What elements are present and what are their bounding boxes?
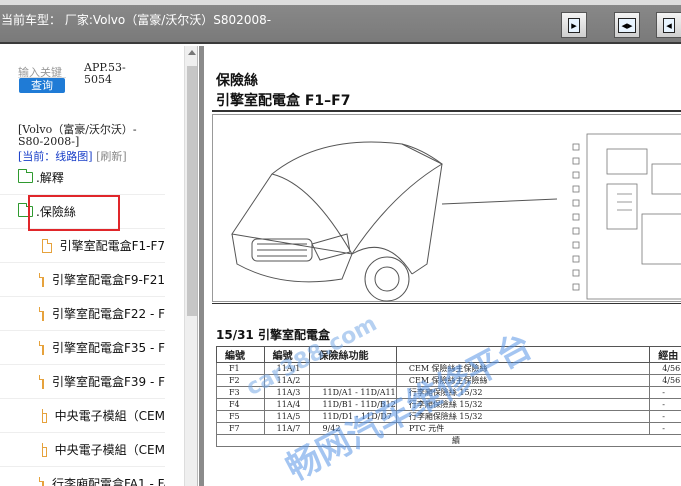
table-cell: 4/56 [649,374,681,387]
table-cell [309,374,397,387]
search-input[interactable]: 输入关键 [18,64,66,78]
tree-label: 中央電子模組（CEM [54,409,165,423]
file-icon [41,408,47,423]
query-button[interactable]: 查询 [19,78,65,93]
table-cell: F4 [216,398,265,411]
engine-bay-diagram [231,133,681,302]
section-rule [212,303,681,304]
table-cell: PTC 元件 [395,422,651,435]
file-icon [39,272,44,287]
next-arrow-icon: ▸ [568,17,580,33]
top-strip [0,0,681,5]
tree-item[interactable]: 引擎室配電盒F22 - F3 [0,297,165,331]
tree-label: .解釋 [36,171,64,185]
tree-label: 引擎室配電盒F1-F7 [59,239,165,253]
selection-highlight [28,195,120,231]
app-version: APP.53-5054 [84,61,126,86]
tree-item[interactable]: 引擎室配電盒F9-F21 [0,263,165,297]
file-icon [39,374,44,389]
doc-subtitle: 引擎室配電盒 F1–F7 [216,93,351,109]
table-cell: F7 [216,422,265,435]
tree-label: 行李廂配電盒FA1 - FA [52,477,165,486]
tree-item[interactable]: 引擎室配電盒F35 - F3 [0,331,165,365]
tree-item[interactable]: 引擎室配電盒F39 - F4 [0,365,165,399]
folder-icon [17,169,33,183]
tree-label: 引擎室配電盒F22 - F3 [52,307,165,321]
table-cell: - [649,398,681,411]
tree-label: 中央電子模組（CEM [54,443,165,457]
left-panel: 输入关键 查询 APP.53-5054 [Volvo（富豪/沃尔沃）-S80-2… [0,46,198,486]
document-view: 保險絲 引擎室配電盒 F1–F7 15/31 引擎室配電盒 編號 編號 保險絲功… [199,46,681,486]
prev-arrow-icon: ◂ [663,17,675,33]
table-cell: F5 [216,410,265,423]
scroll-thumb[interactable] [187,66,197,316]
fit-width-button[interactable]: ◂▸ [614,12,640,38]
table-cell: - [649,422,681,435]
tree-item[interactable]: 中央電子模組（CEM [0,433,165,467]
file-icon [41,442,47,457]
file-icon [39,340,44,355]
file-icon [39,306,44,321]
tree-label: 引擎室配電盒F39 - F4 [52,375,165,389]
prev-page-button[interactable]: ◂ [656,12,681,38]
col-header: 編號 [216,346,265,363]
table-row: F5 11A/5 11D/D1 - 11D/D7 行李廂保險絲 15/32 - [216,410,681,423]
tree-label: 引擎室配電盒F9-F21 [52,273,165,287]
tree-item[interactable]: 行李廂配電盒FA1 - FA [0,467,165,486]
next-page-button[interactable]: ▸ [561,12,587,38]
vehicle-label: [Volvo（富豪/沃尔沃）-S80-2008-] [18,123,137,148]
top-toolbar: 当前车型： 厂家:Volvo（富豪/沃尔沃）S802008- ▸ ◂▸ ◂ [0,0,681,44]
tree-item[interactable]: 引擎室配電盒F1-F7 [0,229,165,263]
table-cell: 11A/5 [263,410,311,423]
file-icon [39,476,44,486]
left-scrollbar[interactable] [184,46,197,486]
table-cell: 11A/4 [263,398,311,411]
table-cell: 4/56 [649,362,681,375]
table-row: F7 11A/7 9/42 PTC 元件 - [216,422,681,435]
car-type-label: 当前车型： 厂家:Volvo（富豪/沃尔沃）S802008- [1,13,272,27]
tree-label: 引擎室配電盒F35 - F3 [52,341,165,355]
tree-folder-explanation[interactable]: .解釋 [0,161,165,195]
col-header: 經由 [649,346,681,363]
table-cell: - [649,386,681,399]
fit-width-icon: ◂▸ [618,17,636,33]
doc-title: 保險絲 [216,73,258,89]
tree-item[interactable]: 中央電子模組（CEM [0,399,165,433]
scroll-up-icon[interactable] [188,50,196,55]
title-rule [212,110,681,112]
table-cell: - [649,410,681,423]
file-icon [42,238,52,253]
